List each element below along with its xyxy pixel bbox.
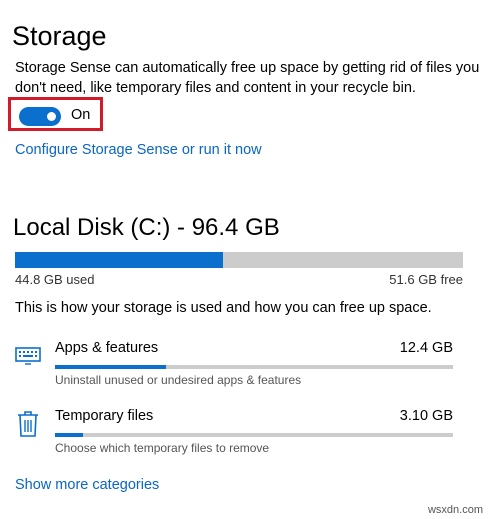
keyboard-icon	[15, 340, 43, 372]
storage-sense-toggle[interactable]	[19, 107, 61, 126]
usage-description: This is how your storage is used and how…	[15, 300, 432, 316]
disk-used-label: 44.8 GB used	[15, 272, 95, 287]
toggle-knob	[47, 112, 56, 121]
configure-storage-sense-link[interactable]: Configure Storage Sense or run it now	[15, 142, 262, 158]
watermark: wsxdn.com	[427, 504, 483, 516]
category-size: 12.4 GB	[399, 340, 453, 356]
category-usage-bar-fill	[55, 433, 83, 437]
category-temporary-files[interactable]: Temporary files 3.10 GB Choose which tem…	[15, 408, 463, 456]
disk-usage-bar-fill	[15, 252, 224, 268]
category-description: Choose which temporary files to remove	[55, 441, 270, 455]
disk-title: Local Disk (C:) - 96.4 GB	[13, 214, 280, 241]
disk-usage-bar	[15, 252, 463, 268]
storage-sense-toggle-highlight: On	[8, 97, 103, 131]
toggle-state-label: On	[71, 107, 91, 123]
disk-free-label: 51.6 GB free	[389, 272, 463, 287]
show-more-categories-link[interactable]: Show more categories	[15, 477, 159, 493]
category-usage-bar	[55, 365, 453, 369]
category-apps-features[interactable]: Apps & features 12.4 GB Uninstall unused…	[15, 340, 463, 388]
category-size: 3.10 GB	[399, 408, 453, 424]
page-title: Storage	[12, 21, 107, 52]
storage-sense-description: Storage Sense can automatically free up …	[15, 60, 480, 96]
trash-icon	[15, 408, 43, 440]
category-usage-bar	[55, 433, 453, 437]
category-usage-bar-fill	[55, 365, 167, 369]
category-name: Temporary files	[55, 408, 154, 424]
category-name: Apps & features	[55, 340, 159, 356]
category-description: Uninstall unused or undesired apps & fea…	[55, 373, 302, 387]
